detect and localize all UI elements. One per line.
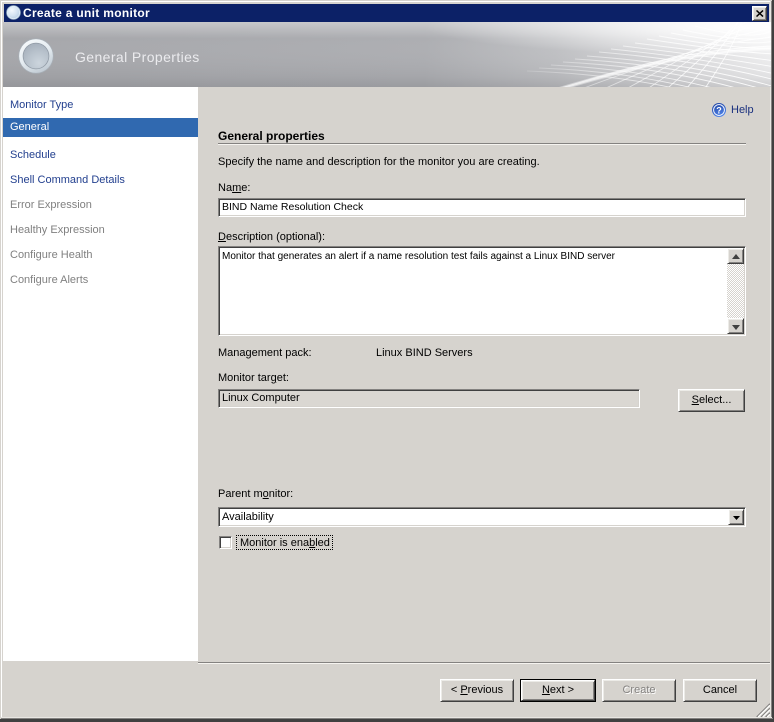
svg-text:?: ? (716, 105, 722, 115)
